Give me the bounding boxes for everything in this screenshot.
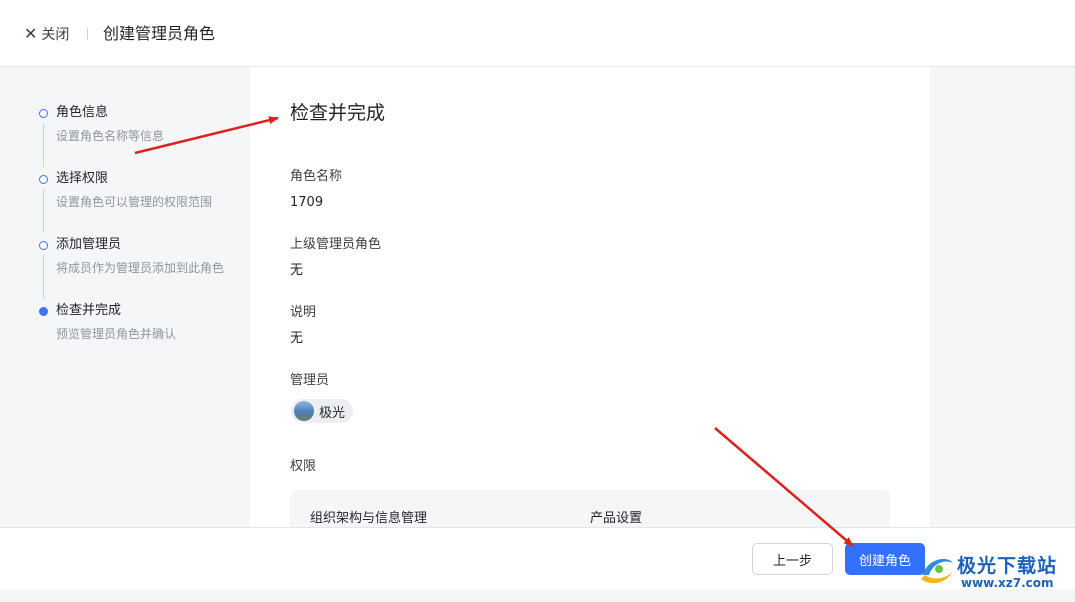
watermark: 极光下载站 www.xz7.com bbox=[917, 546, 1067, 596]
step-review-finish: 检查并完成 预览管理员角色并确认 bbox=[36, 298, 246, 364]
close-button[interactable]: ✕ 关闭 bbox=[24, 24, 69, 44]
watermark-text: 极光下载站 bbox=[957, 555, 1058, 577]
close-label: 关闭 bbox=[41, 27, 70, 43]
step-connector bbox=[43, 189, 44, 233]
avatar bbox=[294, 401, 314, 421]
step-connector bbox=[43, 123, 44, 167]
description-value: 无 bbox=[290, 331, 304, 346]
watermark-url: www.xz7.com bbox=[961, 576, 1054, 590]
permissions-label: 权限 bbox=[290, 459, 317, 474]
admin-chip: 极光 bbox=[291, 399, 354, 423]
role-name-label: 角色名称 bbox=[290, 169, 343, 184]
close-icon: ✕ bbox=[24, 24, 38, 43]
step-desc: 设置角色可以管理的权限范围 bbox=[56, 195, 213, 209]
step-dot bbox=[39, 109, 48, 118]
footer-bar: 上一步 创建角色 bbox=[0, 527, 1075, 589]
step-desc: 设置角色名称等信息 bbox=[56, 129, 165, 143]
review-panel: 检查并完成 角色名称 1709 上级管理员角色 无 说明 无 管理员 极光 权限… bbox=[250, 67, 930, 527]
steps-sidebar: 角色信息 设置角色名称等信息 选择权限 设置角色可以管理的权限范围 添加管理员 … bbox=[36, 100, 246, 364]
step-title: 添加管理员 bbox=[56, 237, 122, 252]
permission-item: 组织架构与信息管理 bbox=[310, 511, 428, 526]
top-bar: ✕ 关闭 创建管理员角色 bbox=[0, 0, 1075, 67]
step-title: 选择权限 bbox=[56, 171, 109, 186]
step-title: 检查并完成 bbox=[56, 303, 122, 318]
role-name-value: 1709 bbox=[290, 195, 324, 210]
step-select-permissions: 选择权限 设置角色可以管理的权限范围 bbox=[36, 166, 246, 233]
step-dot-active bbox=[39, 307, 48, 316]
watermark-logo-icon bbox=[921, 559, 953, 584]
step-add-admins: 添加管理员 将成员作为管理员添加到此角色 bbox=[36, 232, 246, 299]
step-title: 角色信息 bbox=[56, 105, 109, 120]
admins-label: 管理员 bbox=[290, 373, 330, 388]
permissions-box: 组织架构与信息管理 产品设置 bbox=[290, 490, 890, 527]
permission-item: 产品设置 bbox=[590, 511, 643, 526]
section-title: 检查并完成 bbox=[290, 102, 386, 124]
step-connector bbox=[43, 255, 44, 299]
step-dot bbox=[39, 175, 48, 184]
step-desc: 将成员作为管理员添加到此角色 bbox=[56, 261, 225, 275]
step-role-info: 角色信息 设置角色名称等信息 bbox=[36, 100, 246, 167]
previous-step-button[interactable]: 上一步 bbox=[752, 543, 833, 575]
admin-name: 极光 bbox=[319, 405, 346, 421]
step-desc: 预览管理员角色并确认 bbox=[56, 327, 177, 341]
parent-role-label: 上级管理员角色 bbox=[290, 237, 382, 252]
description-label: 说明 bbox=[290, 305, 317, 320]
create-role-button[interactable]: 创建角色 bbox=[845, 543, 925, 575]
step-dot bbox=[39, 241, 48, 250]
header-divider bbox=[87, 28, 88, 40]
page-title: 创建管理员角色 bbox=[103, 24, 216, 43]
parent-role-value: 无 bbox=[290, 263, 304, 278]
